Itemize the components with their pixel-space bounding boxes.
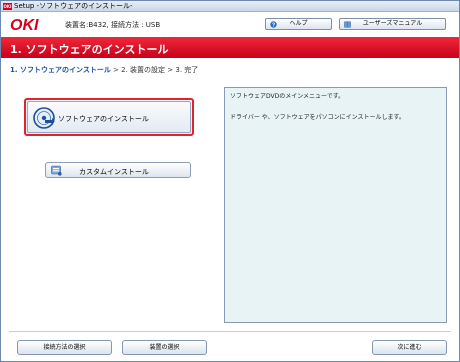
footer-divider	[9, 331, 451, 332]
breadcrumb-separator: >	[165, 66, 176, 74]
printer-info: 装置名:B432, 接続方法 : USB	[65, 21, 161, 29]
breadcrumb: 1. ソフトウェアのインストール > 2. 装置の設定 > 3. 完了	[10, 65, 198, 75]
svg-text:OKI: OKI	[10, 17, 39, 32]
select-connection-label: 接続方法の選択	[43, 344, 86, 351]
custom-install-button[interactable]: カスタムインストール	[45, 162, 191, 178]
select-device-button[interactable]: 装置の選択	[122, 340, 207, 355]
install-software-button[interactable]: ソフトウェアのインストール	[24, 98, 194, 136]
select-device-label: 装置の選択	[149, 344, 180, 351]
manual-label: ユーザーズマニュアル	[362, 20, 423, 27]
title-bar: OKI Setup -ソフトウェアのインストール-	[1, 1, 459, 12]
manual-button[interactable]: ユーザーズマニュアル	[339, 18, 446, 30]
breadcrumb-step2: 2. 装置の設定	[121, 66, 166, 74]
oki-logo: OKI	[10, 17, 39, 32]
custom-install-icon	[51, 165, 62, 176]
help-label: ヘルプ	[289, 20, 308, 27]
description-line: ソフトウェアDVDのメインメニューです。	[230, 93, 345, 100]
breadcrumb-step3: 3. 完了	[175, 66, 199, 74]
description-panel: ソフトウェアDVDのメインメニューです。 ドライバー や、ソフトウェアをパソコン…	[224, 87, 447, 323]
help-button[interactable]: ? ヘルプ	[265, 18, 332, 30]
next-label: 次に進む	[397, 344, 422, 351]
window-title: Setup -ソフトウェアのインストール-	[14, 2, 133, 10]
step-title: 1. ソフトウェアのインストール	[10, 43, 169, 56]
install-software-label: ソフトウェアのインストール	[58, 115, 149, 123]
breadcrumb-separator: >	[110, 66, 122, 74]
header: OKI 装置名:B432, 接続方法 : USB ? ヘルプ ユーザーズマニュア…	[1, 12, 459, 37]
disc-install-icon	[33, 107, 55, 129]
manual-book-icon	[344, 21, 351, 28]
setup-window: OKI Setup -ソフトウェアのインストール- OKI 装置名:B432, …	[0, 0, 460, 362]
custom-install-label: カスタムインストール	[79, 168, 149, 176]
help-icon: ?	[270, 21, 277, 28]
breadcrumb-step1: 1. ソフトウェアのインストール	[10, 66, 111, 74]
step-title-bar: 1. ソフトウェアのインストール	[1, 37, 459, 58]
description-line: ドライバー や、ソフトウェアをパソコンにインストールします。	[230, 114, 405, 121]
app-icon: OKI	[3, 3, 12, 10]
next-button[interactable]: 次に進む	[372, 340, 447, 355]
select-connection-button[interactable]: 接続方法の選択	[17, 340, 112, 355]
